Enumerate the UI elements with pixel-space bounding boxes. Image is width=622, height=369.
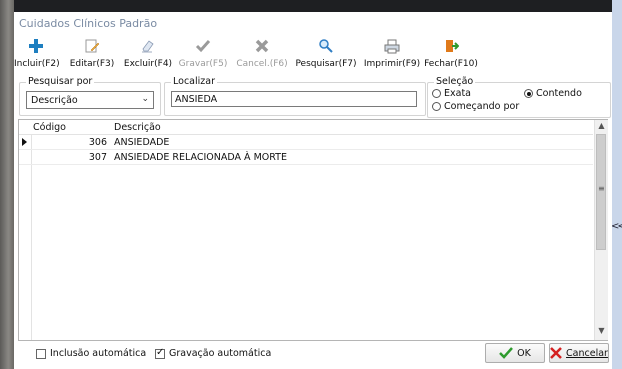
editar-label: Editar(F3) bbox=[69, 59, 115, 69]
scroll-up-icon[interactable]: ▲ bbox=[595, 121, 608, 134]
inclusao-checkbox-box bbox=[36, 348, 46, 359]
checkmark-icon bbox=[195, 40, 211, 53]
radio-comecando[interactable]: Começando por bbox=[432, 101, 519, 112]
gravacao-checkbox-box bbox=[155, 347, 165, 359]
printer-icon bbox=[384, 39, 400, 54]
scroll-down-icon[interactable]: ▼ bbox=[595, 326, 608, 339]
incluir-button[interactable]: Incluir(F2) bbox=[14, 34, 60, 76]
edit-icon bbox=[85, 39, 100, 53]
pesquisar-por-group: Pesquisar por Descrição ⌄ bbox=[19, 76, 161, 116]
localizar-label: Localizar bbox=[171, 76, 217, 87]
side-panel-strip bbox=[612, 0, 622, 369]
gravacao-automatica-checkbox[interactable]: Gravação automática bbox=[155, 347, 272, 359]
selecao-label: Seleção bbox=[434, 76, 476, 87]
cell-codigo: 307 bbox=[88, 152, 107, 163]
localizar-input[interactable] bbox=[171, 91, 417, 107]
column-header-codigo[interactable]: Código bbox=[33, 122, 66, 133]
inclusao-automatica-checkbox[interactable]: Inclusão automática bbox=[36, 348, 146, 359]
cancel-label: Cancel.(F6) bbox=[236, 59, 288, 69]
exit-door-icon bbox=[446, 40, 459, 52]
magnifier-icon bbox=[319, 39, 333, 53]
grip-icon: ≡ bbox=[598, 184, 605, 193]
window-title: Cuidados Clínicos Padrão bbox=[19, 17, 158, 30]
gravar-button[interactable]: Gravar(F5) bbox=[176, 34, 230, 76]
gravacao-automatica-label: Gravação automática bbox=[169, 348, 272, 359]
pesquisar-button[interactable]: Pesquisar(F7) bbox=[294, 34, 358, 76]
toolbar: Incluir(F2) Editar(F3) Excluir(F4) Grava… bbox=[14, 34, 612, 76]
checkmark-icon bbox=[499, 347, 514, 359]
ok-button[interactable]: OK bbox=[485, 343, 545, 363]
cancelar-button[interactable]: Cancelar bbox=[549, 343, 609, 363]
cell-codigo: 306 bbox=[88, 137, 107, 148]
collapse-panel-button[interactable]: << bbox=[611, 221, 622, 232]
pesquisar-por-select[interactable]: Descrição ⌄ bbox=[26, 91, 154, 109]
vertical-scrollbar[interactable]: ▲ ≡ ▼ bbox=[594, 120, 608, 340]
fechar-button[interactable]: Fechar(F10) bbox=[424, 34, 478, 76]
gravar-label: Gravar(F5) bbox=[178, 59, 228, 69]
localizar-group: Localizar bbox=[164, 76, 426, 116]
pesquisar-por-label: Pesquisar por bbox=[26, 76, 95, 87]
pesquisar-label: Pesquisar(F7) bbox=[295, 59, 357, 69]
incluir-label: Incluir(F2) bbox=[14, 59, 60, 69]
chevron-down-icon: ⌄ bbox=[141, 94, 149, 104]
desktop-background-left bbox=[0, 0, 14, 369]
excluir-button[interactable]: Excluir(F4) bbox=[122, 34, 174, 76]
cancel-button[interactable]: Cancel.(F6) bbox=[233, 34, 291, 76]
x-icon bbox=[550, 347, 562, 359]
table-row[interactable]: 306 ANSIEDADE bbox=[19, 135, 593, 150]
imprimir-label: Imprimir(F9) bbox=[363, 59, 421, 69]
desktop-background-top bbox=[0, 0, 622, 12]
radio-exata[interactable]: Exata bbox=[432, 88, 471, 99]
ok-label: OK bbox=[517, 347, 531, 359]
cuidados-clinicos-window: Cuidados Clínicos Padrão Incluir(F2) Edi… bbox=[14, 12, 612, 369]
window-titlebar: Cuidados Clínicos Padrão bbox=[14, 12, 612, 34]
cell-descricao: ANSIEDADE RELACIONADA À MORTE bbox=[114, 152, 287, 163]
radio-comecando-dot bbox=[432, 102, 441, 111]
cell-descricao: ANSIEDADE bbox=[114, 137, 170, 148]
radio-exata-label: Exata bbox=[444, 88, 471, 99]
selecao-group: Seleção Exata Começando por Contendo bbox=[427, 76, 611, 118]
row-pointer-icon bbox=[19, 135, 32, 149]
radio-exata-dot bbox=[432, 89, 441, 98]
inclusao-automatica-label: Inclusão automática bbox=[50, 348, 147, 359]
row-indicator bbox=[19, 150, 32, 164]
cancelar-label: Cancelar bbox=[566, 347, 608, 359]
editar-button[interactable]: Editar(F3) bbox=[66, 34, 118, 76]
radio-contendo-label: Contendo bbox=[536, 88, 582, 99]
radio-contendo-dot bbox=[524, 89, 533, 98]
grid-header: Código Descrição bbox=[19, 120, 593, 135]
plus-icon bbox=[29, 39, 43, 53]
column-header-descricao[interactable]: Descrição bbox=[114, 122, 161, 133]
results-grid: Código Descrição 306 ANSIEDADE 307 ANSIE… bbox=[18, 119, 608, 341]
excluir-label: Excluir(F4) bbox=[123, 59, 173, 69]
pesquisar-por-value: Descrição bbox=[31, 95, 78, 106]
table-row[interactable]: 307 ANSIEDADE RELACIONADA À MORTE bbox=[19, 150, 593, 165]
x-icon bbox=[255, 39, 269, 53]
imprimir-button[interactable]: Imprimir(F9) bbox=[363, 34, 421, 76]
radio-comecando-label: Começando por bbox=[444, 101, 520, 112]
eraser-icon bbox=[142, 40, 154, 53]
fechar-label: Fechar(F10) bbox=[424, 59, 478, 69]
radio-contendo[interactable]: Contendo bbox=[524, 88, 582, 99]
